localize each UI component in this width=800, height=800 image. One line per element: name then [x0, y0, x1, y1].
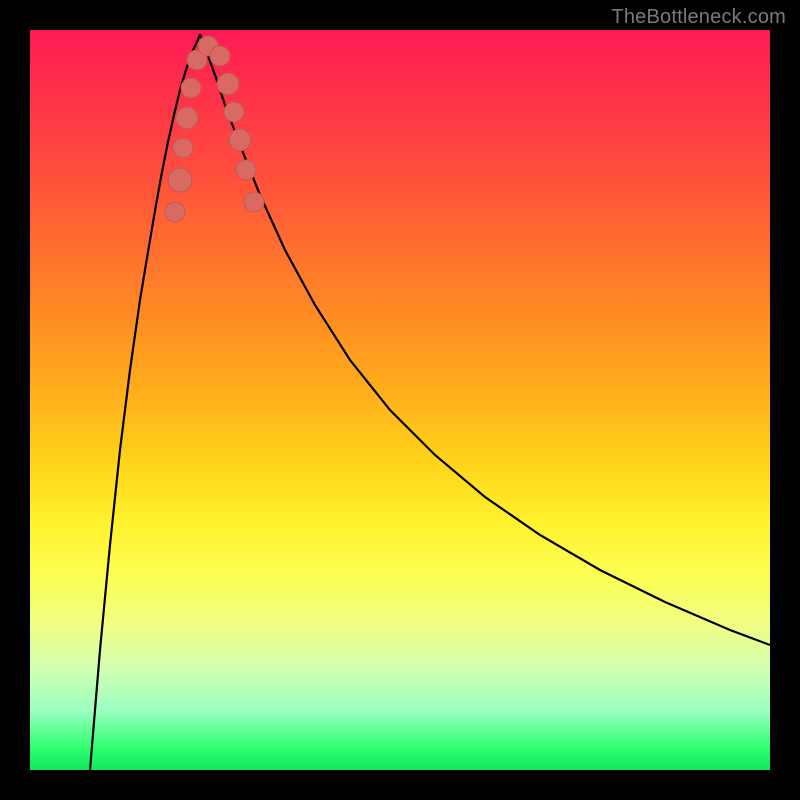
data-dot [217, 73, 239, 95]
data-dot [210, 46, 230, 66]
data-dot [176, 107, 198, 129]
data-dot [229, 129, 251, 151]
data-dot [168, 168, 192, 192]
data-dot [165, 202, 185, 222]
data-dot [236, 160, 256, 180]
plot-frame [30, 30, 770, 770]
data-dots-layer [30, 30, 770, 770]
data-dot [224, 102, 244, 122]
data-dot [181, 78, 201, 98]
watermark-label: TheBottleneck.com [611, 6, 786, 29]
data-dot [244, 192, 264, 212]
data-dot [173, 138, 193, 158]
